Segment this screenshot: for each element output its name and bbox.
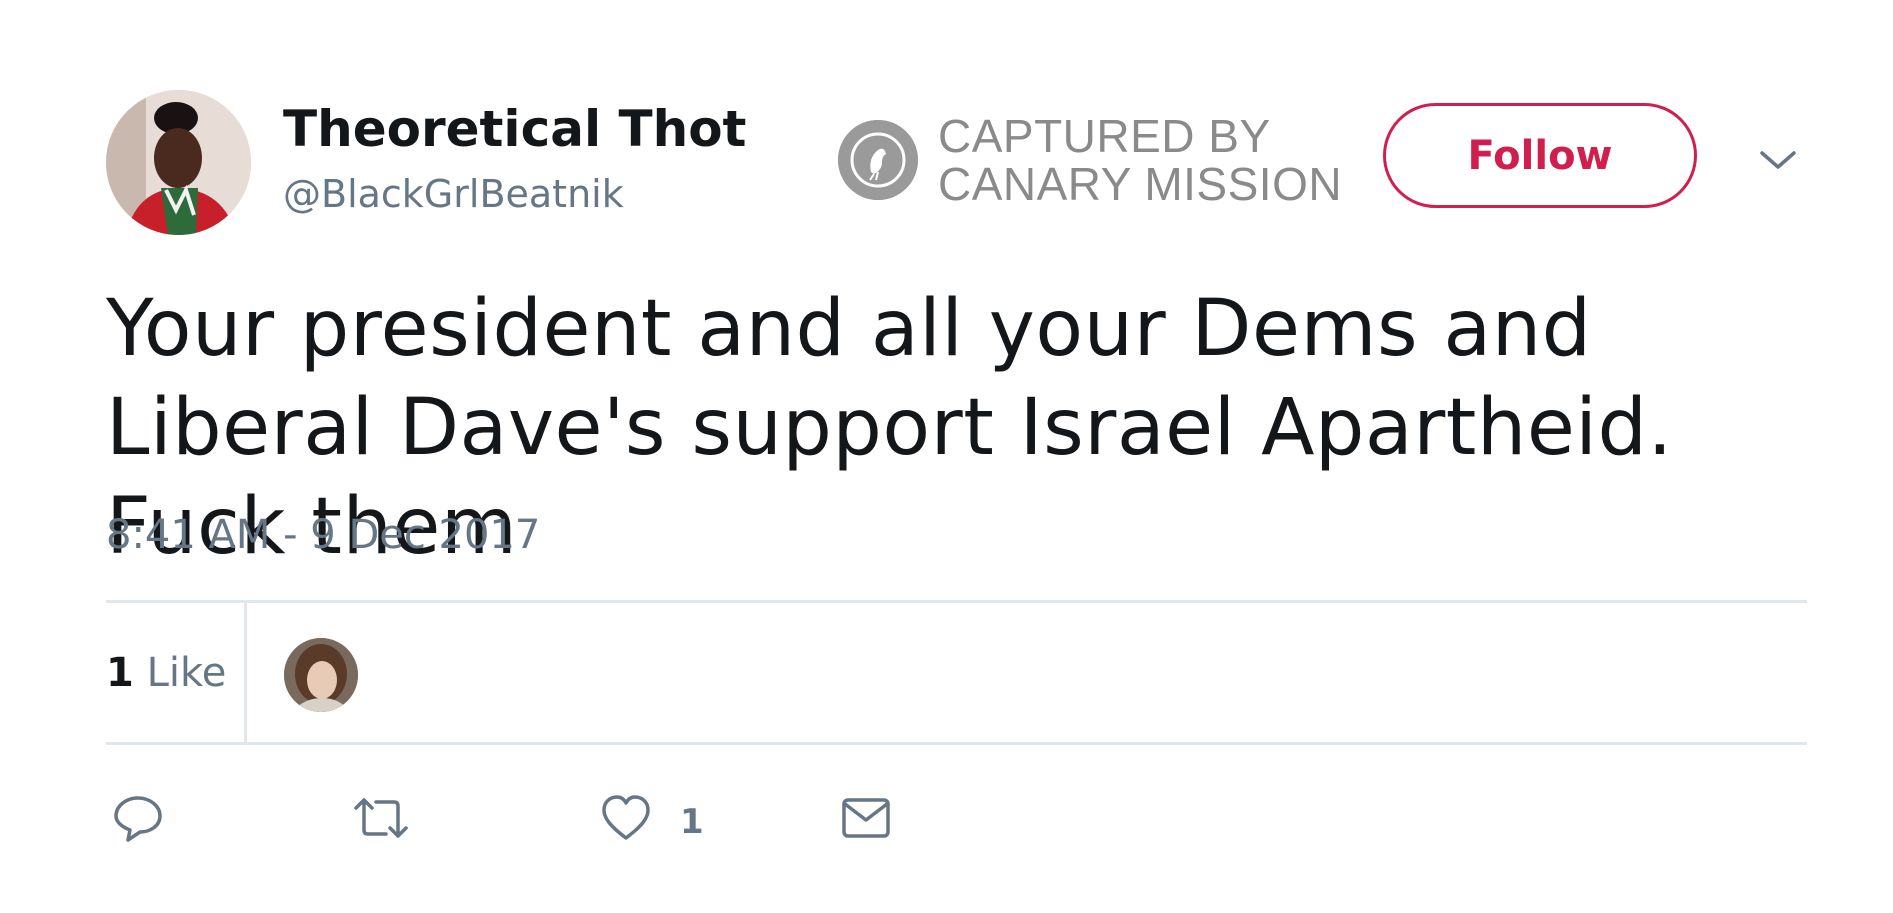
tweet-card: Theoretical Thot @BlackGrlBeatnik CAPTUR… [0, 0, 1893, 913]
liker-avatar[interactable] [284, 638, 358, 712]
watermark-line-1: CAPTURED BY [938, 110, 1271, 162]
envelope-icon[interactable] [840, 792, 892, 844]
user-avatar[interactable] [106, 90, 251, 235]
likes-label: Like [146, 650, 227, 696]
canary-bird-icon [838, 120, 918, 200]
likes-stat[interactable]: 1 Like [106, 648, 226, 698]
user-handle[interactable]: @BlackGrlBeatnik [283, 170, 624, 218]
canary-mission-watermark: CAPTURED BY CANARY MISSION [838, 112, 1358, 212]
heart-icon[interactable] [600, 792, 652, 844]
user-display-name[interactable]: Theoretical Thot [283, 98, 746, 160]
divider-top [106, 600, 1807, 603]
follow-button[interactable]: Follow [1383, 103, 1697, 208]
reply-icon[interactable] [112, 792, 164, 844]
like-action-count: 1 [680, 802, 704, 842]
retweet-icon[interactable] [352, 792, 408, 844]
chevron-down-icon[interactable] [1758, 145, 1798, 175]
tweet-timestamp[interactable]: 8:41 AM - 9 Dec 2017 [106, 510, 540, 560]
stats-divider [244, 603, 247, 742]
likes-count: 1 [106, 650, 134, 696]
divider-bottom [106, 742, 1807, 745]
watermark-line-2: CANARY MISSION [938, 158, 1343, 210]
